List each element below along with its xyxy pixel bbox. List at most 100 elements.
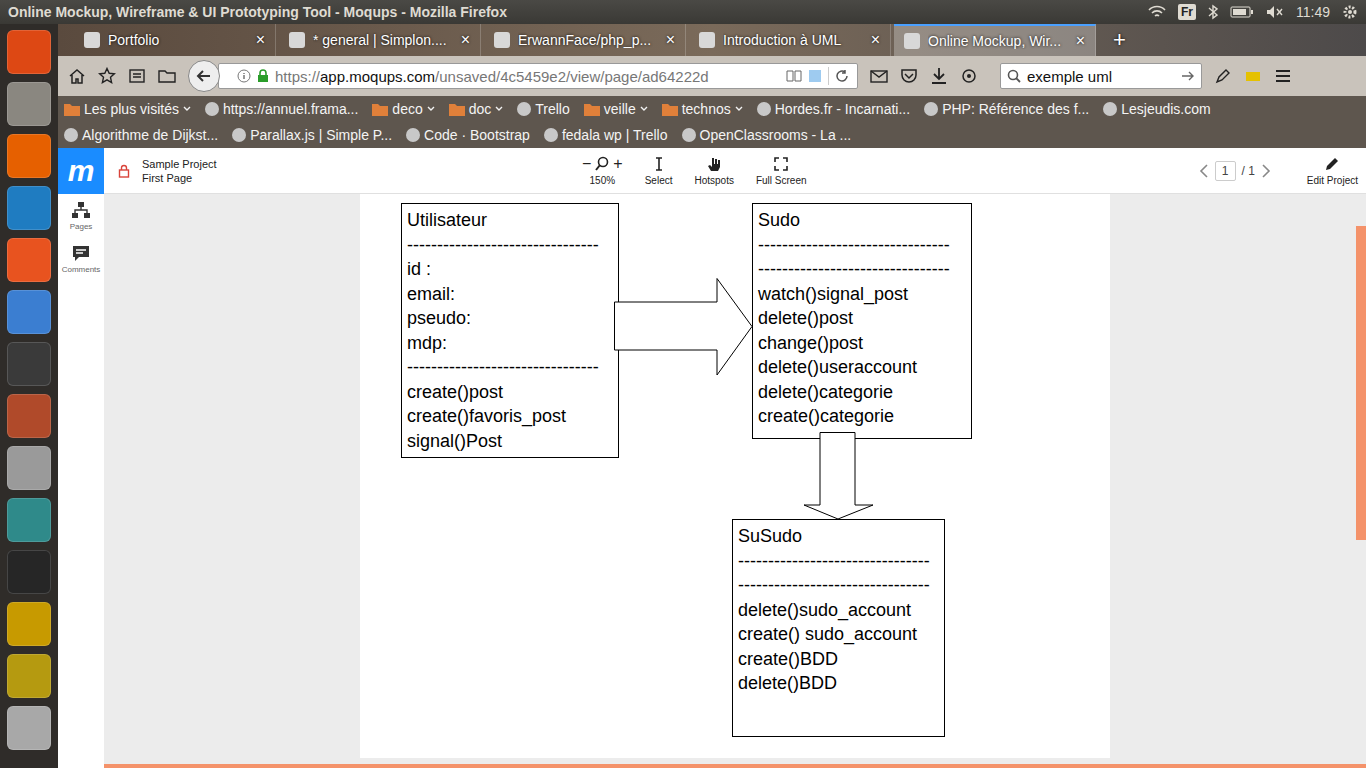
new-tab-button[interactable]: +	[1099, 27, 1126, 53]
bookmark[interactable]: fedala wp | Trello	[544, 127, 668, 143]
reload-icon[interactable]	[835, 69, 849, 83]
go-arrow-icon[interactable]	[1181, 70, 1195, 82]
chevron-right-icon[interactable]	[1261, 164, 1271, 178]
bookmark[interactable]: PHP: Référence des f...	[924, 101, 1089, 117]
launcher	[0, 24, 58, 768]
tab[interactable]: Introduction à UML×	[689, 24, 891, 56]
bluetooth-icon[interactable]	[1208, 4, 1218, 20]
launcher-app-icon[interactable]	[7, 602, 51, 646]
inheritance-arrow-icon[interactable]	[803, 432, 874, 520]
zoom-out-button[interactable]: −	[582, 156, 591, 172]
container-icon[interactable]	[808, 69, 822, 83]
uml-class-box[interactable]: SuSudo----------------------------------…	[732, 519, 945, 737]
bookmark[interactable]: technos	[662, 101, 743, 117]
tab-close-button[interactable]: ×	[871, 31, 880, 49]
bookmark[interactable]: deco	[372, 101, 434, 117]
mail-icon[interactable]	[870, 67, 888, 85]
reader-view-icon[interactable]	[786, 69, 802, 83]
clock[interactable]: 11:49	[1296, 4, 1330, 20]
launcher-app-icon[interactable]	[7, 82, 51, 126]
sidebar-item[interactable]: Pages	[70, 202, 93, 231]
launcher-app-icon[interactable]	[7, 394, 51, 438]
tool-button[interactable]: Full Screen	[756, 156, 807, 186]
project-info[interactable]: Sample Project First Page	[142, 158, 272, 184]
menu-icon[interactable]	[1274, 67, 1292, 85]
battery-icon[interactable]	[1230, 6, 1254, 18]
inheritance-arrow-icon[interactable]	[614, 278, 753, 376]
tab-close-button[interactable]: ×	[1076, 32, 1085, 50]
moqups-workspace: Pages Comments Utilisateur----------------…	[58, 194, 1366, 768]
gear-icon[interactable]	[1342, 4, 1358, 20]
tool-button[interactable]: Select	[645, 156, 673, 186]
tab-close-button[interactable]: ×	[461, 31, 470, 49]
launcher-app-icon[interactable]	[7, 706, 51, 750]
lock-icon[interactable]	[118, 164, 130, 178]
bookmark[interactable]: Parallax.js | Simple P...	[232, 127, 392, 143]
launcher-app-icon[interactable]	[7, 550, 51, 594]
project-name: Sample Project	[142, 158, 272, 170]
bookmark[interactable]: Lesjeudis.com	[1103, 101, 1211, 117]
launcher-app-icon[interactable]	[7, 290, 51, 334]
class-member: --------------------------------	[407, 233, 613, 258]
launcher-app-icon[interactable]	[7, 134, 51, 178]
launcher-app-icon[interactable]	[7, 654, 51, 698]
uml-class-box[interactable]: Sudo------------------------------------…	[752, 203, 972, 439]
tab-label: * general | Simplon....	[313, 32, 453, 48]
launcher-app-icon[interactable]	[7, 498, 51, 542]
info-icon[interactable]	[237, 69, 251, 83]
tab[interactable]: Online Mockup, Wir...×	[894, 24, 1096, 56]
sidebar-item[interactable]: Comments	[62, 245, 101, 274]
pen-icon[interactable]	[1214, 67, 1232, 85]
tab[interactable]: * general | Simplon.... ×	[279, 24, 481, 56]
launcher-app-icon[interactable]	[7, 186, 51, 230]
class-member: create()BDD	[738, 647, 939, 672]
extension-icon[interactable]	[1244, 67, 1262, 85]
chevron-left-icon[interactable]	[1199, 164, 1209, 178]
page-name: First Page	[142, 172, 272, 184]
magnifier-icon	[1007, 69, 1021, 83]
bookmark[interactable]: OpenClassrooms - La ...	[682, 127, 852, 143]
launcher-app-icon[interactable]	[7, 30, 51, 74]
favicon-icon	[64, 128, 78, 142]
home-icon[interactable]	[68, 67, 86, 85]
wifi-icon[interactable]	[1148, 5, 1166, 19]
bookmark-label: Trello	[535, 101, 570, 117]
bookmark[interactable]: Trello	[517, 101, 570, 117]
download-icon[interactable]	[930, 67, 948, 85]
bookmark[interactable]: Les plus visités	[64, 101, 191, 117]
bookmark[interactable]: veille	[584, 101, 648, 117]
uml-class-box[interactable]: Utilisateur-----------------------------…	[401, 203, 619, 458]
system-panel: Online Mockup, Wireframe & UI Prototypin…	[0, 0, 1366, 24]
url-field[interactable]: https://app.moqups.com/unsaved/4c5459e2/…	[218, 63, 858, 89]
tab[interactable]: Portfolio×	[74, 24, 276, 56]
star-icon[interactable]	[98, 67, 116, 85]
launcher-app-icon[interactable]	[7, 446, 51, 490]
launcher-app-icon[interactable]	[7, 238, 51, 282]
tab-close-button[interactable]: ×	[256, 31, 265, 49]
tool-button[interactable]: Hotspots	[694, 156, 733, 186]
page-number-field[interactable]: 1	[1215, 161, 1236, 181]
bookmark[interactable]: doc	[449, 101, 504, 117]
target-icon[interactable]	[960, 67, 978, 85]
pocket-icon[interactable]	[900, 67, 918, 85]
tab[interactable]: ErwannFace/php_p...×	[484, 24, 686, 56]
zoom-in-button[interactable]: +	[613, 156, 622, 172]
moqups-logo[interactable]: m	[58, 148, 104, 194]
volume-icon[interactable]	[1266, 5, 1284, 19]
folder-icon	[64, 102, 80, 116]
scrollbar[interactable]	[1356, 226, 1366, 540]
tab-close-button[interactable]: ×	[666, 31, 675, 49]
folder-icon[interactable]	[158, 67, 176, 85]
bookmark[interactable]: https://annuel.frama...	[205, 101, 358, 117]
bookmark[interactable]: Code · Bootstrap	[406, 127, 530, 143]
launcher-app-icon[interactable]	[7, 342, 51, 386]
edit-project-button[interactable]: Edit Project	[1307, 156, 1358, 186]
back-button[interactable]	[188, 60, 220, 92]
library-icon[interactable]	[128, 67, 146, 85]
bookmark[interactable]: Algorithme de Dijkst...	[64, 127, 218, 143]
bookmark[interactable]: Hordes.fr - Incarnati...	[757, 101, 910, 117]
page-pager: 1/ 1	[1199, 161, 1271, 181]
search-field[interactable]: exemple uml	[1000, 63, 1202, 89]
class-member: --------------------------------	[738, 573, 939, 598]
keyboard-indicator[interactable]: Fr	[1178, 4, 1196, 20]
